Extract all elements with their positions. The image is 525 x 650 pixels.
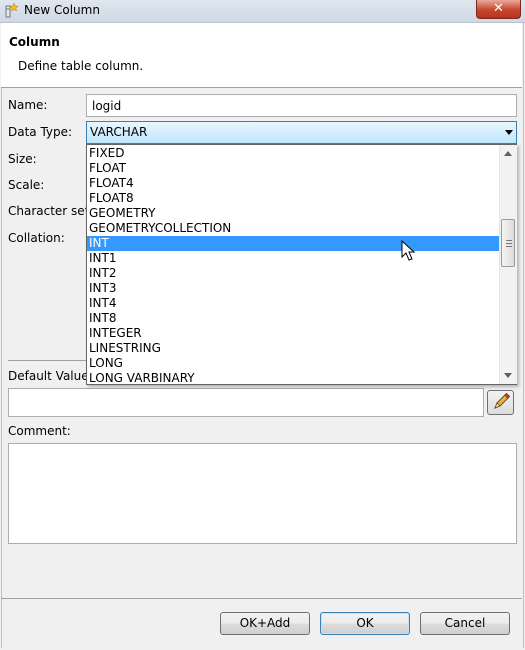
scrollbar-thumb[interactable]	[501, 219, 515, 267]
dropdown-option[interactable]: INT8	[87, 311, 499, 326]
button-bar-divider	[1, 598, 522, 599]
chevron-down-icon[interactable]	[505, 130, 513, 135]
dropdown-option[interactable]: FLOAT	[87, 161, 499, 176]
dropdown-option[interactable]: INT	[87, 236, 499, 251]
collation-label: Collation:	[8, 231, 65, 245]
size-label: Size:	[8, 152, 37, 166]
title-bar: New Column ✕	[0, 0, 525, 23]
header-title: Column	[9, 35, 60, 49]
default-value-label: Default Value:	[8, 369, 93, 383]
cancel-button[interactable]: Cancel	[420, 612, 510, 635]
charset-label: Character set:	[8, 204, 94, 218]
mouse-pointer-icon	[401, 240, 416, 261]
section-divider	[8, 360, 88, 361]
dialog-header: Column Define table column.	[1, 23, 522, 88]
pencil-icon	[494, 392, 511, 409]
dropdown-option[interactable]: FIXED	[87, 146, 499, 161]
header-description: Define table column.	[18, 59, 144, 73]
grip-line	[506, 243, 512, 244]
grip-line	[506, 246, 512, 247]
ok-button[interactable]: OK	[320, 612, 410, 635]
data-type-label: Data Type:	[8, 125, 73, 139]
comment-textarea[interactable]	[8, 443, 517, 544]
name-label: Name:	[8, 98, 48, 112]
data-type-dropdown-list[interactable]: FIXED FLOAT FLOAT4 FLOAT8 GEOMETRY GEOMETRYCO…	[86, 144, 517, 385]
close-button[interactable]: ✕	[476, 0, 521, 19]
scale-label: Scale:	[8, 178, 45, 192]
dropdown-option[interactable]: LONG VARBINARY	[87, 371, 499, 384]
dropdown-option[interactable]: INT1	[87, 251, 499, 266]
new-column-icon	[5, 3, 19, 18]
dropdown-option[interactable]: GEOMETRY	[87, 206, 499, 221]
scroll-down-icon[interactable]	[504, 373, 512, 378]
dropdown-option[interactable]: LINESTRING	[87, 341, 499, 356]
scroll-up-icon[interactable]	[504, 151, 512, 156]
dropdown-option[interactable]: INT4	[87, 296, 499, 311]
default-value-input[interactable]	[8, 388, 484, 417]
dropdown-scrollbar[interactable]	[499, 145, 517, 384]
edit-default-button[interactable]	[487, 390, 514, 415]
dropdown-option[interactable]: INT2	[87, 266, 499, 281]
dropdown-option[interactable]: INT3	[87, 281, 499, 296]
grip-line	[506, 240, 512, 241]
dropdown-option[interactable]: INTEGER	[87, 326, 499, 341]
window-title: New Column	[24, 3, 100, 17]
data-type-value: VARCHAR	[90, 125, 148, 139]
dropdown-option[interactable]: LONG	[87, 356, 499, 371]
dropdown-option[interactable]: FLOAT8	[87, 191, 499, 206]
comment-label: Comment:	[8, 424, 71, 438]
dropdown-option[interactable]: FLOAT4	[87, 176, 499, 191]
dropdown-option[interactable]: GEOMETRYCOLLECTION	[87, 221, 499, 236]
name-input[interactable]	[86, 94, 517, 117]
close-icon: ✕	[493, 1, 504, 16]
ok-add-button[interactable]: OK+Add	[220, 612, 310, 635]
data-type-select[interactable]: VARCHAR	[86, 121, 517, 144]
